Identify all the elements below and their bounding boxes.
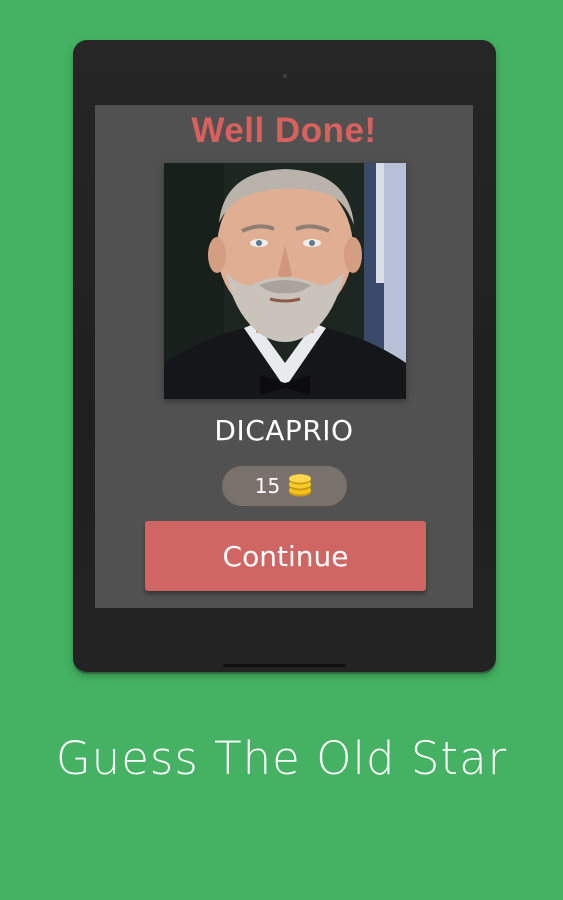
answer-name: DICAPRIO bbox=[214, 414, 354, 447]
game-screen: Well Done! DICAPRIO 15 Continue bbox=[95, 105, 473, 608]
coins-badge: 15 bbox=[222, 466, 347, 506]
app-title: Guess The Old Star bbox=[55, 732, 508, 785]
well-done-title: Well Done! bbox=[191, 111, 377, 150]
portrait-image bbox=[164, 163, 406, 399]
coins-icon bbox=[286, 474, 314, 498]
star-photo bbox=[164, 163, 406, 399]
coins-count: 15 bbox=[254, 474, 281, 498]
tablet-frame: Well Done! DICAPRIO 15 Continue bbox=[73, 40, 496, 672]
continue-button[interactable]: Continue bbox=[145, 521, 426, 591]
camera-dot bbox=[283, 74, 287, 78]
tablet-bottom-bar bbox=[223, 664, 346, 667]
